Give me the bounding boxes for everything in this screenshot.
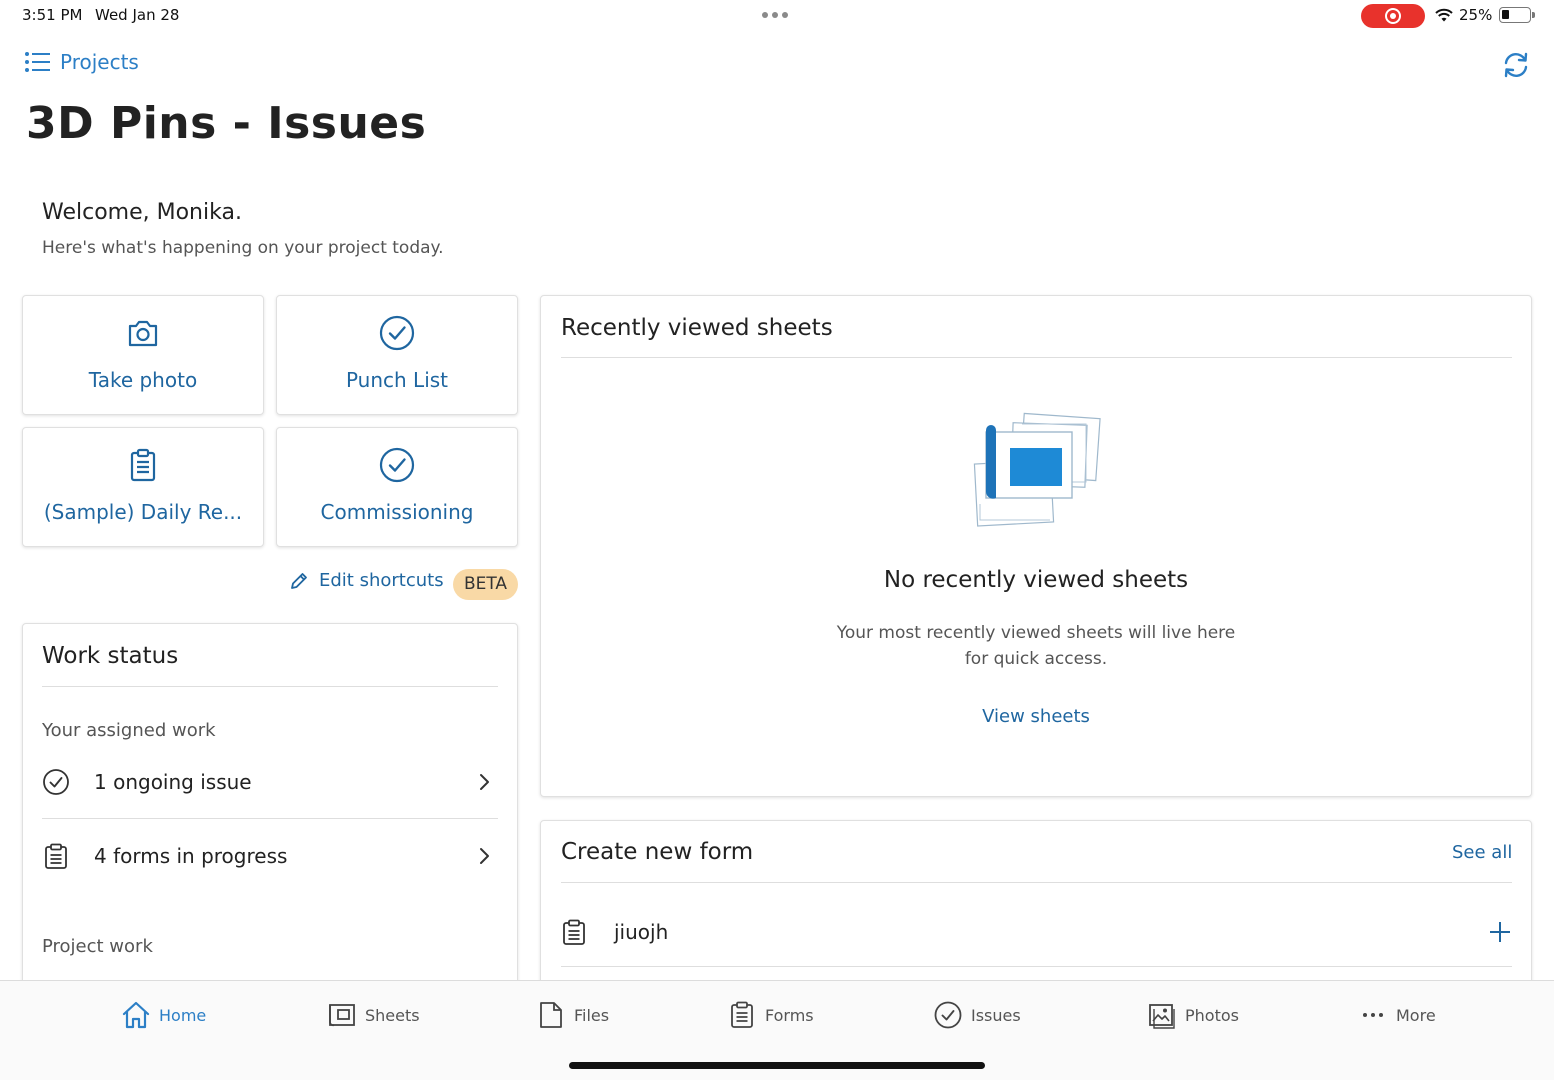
form-template-item[interactable]: jiuojh: [560, 904, 1512, 960]
tab-issues[interactable]: Issues: [933, 999, 1021, 1031]
ongoing-issues-label: 1 ongoing issue: [94, 770, 252, 794]
status-bar: 3:51 PM Wed Jan 28 25%: [0, 0, 1554, 32]
form-template-name: jiuojh: [614, 920, 669, 944]
recent-sheets-title: Recently viewed sheets: [561, 315, 833, 341]
projects-label: Projects: [60, 50, 139, 74]
edit-shortcuts-label: Edit shortcuts: [319, 570, 444, 591]
wifi-icon: [1435, 8, 1453, 22]
tab-label: Photos: [1185, 1005, 1239, 1025]
refresh-icon[interactable]: [1501, 50, 1531, 80]
battery-percent: 25%: [1459, 6, 1493, 24]
battery-icon: [1499, 7, 1535, 23]
view-sheets-link[interactable]: View sheets: [540, 706, 1532, 727]
shortcut-label: Take photo: [88, 368, 198, 392]
shortcut-commissioning[interactable]: Commissioning: [276, 427, 518, 547]
divider: [561, 966, 1512, 967]
chevron-right-icon: [480, 848, 489, 864]
tab-photos[interactable]: Photos: [1147, 999, 1239, 1031]
clipboard-icon: [731, 1001, 753, 1028]
file-icon: [540, 1002, 562, 1028]
divider: [561, 882, 1512, 883]
camera-icon: [128, 320, 158, 347]
tab-forms[interactable]: Forms: [727, 999, 814, 1031]
tab-more[interactable]: More: [1358, 999, 1436, 1031]
check-circle-icon: [379, 315, 415, 351]
tab-sheets[interactable]: Sheets: [327, 999, 420, 1031]
tab-label: Sheets: [365, 1005, 420, 1025]
divider: [42, 686, 498, 687]
add-form-plus-icon[interactable]: [1488, 920, 1512, 944]
forms-in-progress-row[interactable]: 4 forms in progress: [42, 831, 498, 881]
shortcut-take-photo[interactable]: Take photo: [22, 295, 264, 415]
photo-icon: [1149, 1004, 1175, 1029]
more-icon: [1363, 1013, 1383, 1017]
shortcut-label: Punch List: [345, 368, 449, 392]
screen-recording-icon[interactable]: [1361, 4, 1425, 28]
forms-in-progress-label: 4 forms in progress: [94, 844, 288, 868]
pencil-icon: [291, 572, 307, 589]
ongoing-issues-row[interactable]: 1 ongoing issue: [42, 757, 498, 807]
project-work-label: Project work: [42, 936, 153, 957]
shortcut-label: Commissioning: [320, 500, 474, 524]
projects-back-button[interactable]: Projects: [24, 50, 139, 74]
work-status-title: Work status: [42, 643, 179, 669]
list-icon: [25, 52, 50, 72]
multitasking-dots-icon[interactable]: [762, 12, 788, 18]
shortcut-label: (Sample) Daily Re...: [43, 500, 243, 524]
divider: [561, 357, 1512, 358]
clipboard-icon: [563, 919, 585, 945]
status-time: 3:51 PM: [22, 6, 83, 24]
tab-label: Issues: [971, 1005, 1021, 1025]
assigned-work-label: Your assigned work: [42, 720, 216, 741]
home-icon: [122, 1001, 150, 1029]
check-circle-icon: [43, 769, 69, 795]
sheets-icon: [329, 1004, 355, 1027]
tab-label: Forms: [765, 1005, 814, 1025]
clipboard-icon: [45, 843, 67, 869]
tab-label: More: [1396, 1005, 1436, 1025]
clipboard-icon: [130, 448, 156, 482]
page-title: 3D Pins - Issues: [26, 98, 427, 149]
status-date: Wed Jan 28: [95, 6, 180, 24]
tab-files[interactable]: Files: [536, 999, 609, 1031]
tab-label: Home: [159, 1005, 207, 1025]
welcome-subtitle: Here's what's happening on your project …: [42, 238, 444, 258]
edit-shortcuts-button[interactable]: Edit shortcuts: [289, 570, 444, 591]
shortcut-daily-report[interactable]: (Sample) Daily Re...: [22, 427, 264, 547]
tab-label: Files: [574, 1005, 610, 1025]
sheets-illustration: [973, 412, 1101, 527]
shortcut-punch-list[interactable]: Punch List: [276, 295, 518, 415]
home-indicator[interactable]: [569, 1062, 985, 1069]
see-all-link[interactable]: See all: [1452, 842, 1512, 863]
chevron-right-icon: [480, 774, 489, 790]
create-form-title: Create new form: [561, 839, 754, 865]
empty-sheets-title: No recently viewed sheets: [883, 567, 1189, 593]
divider: [42, 818, 498, 819]
check-circle-icon: [934, 1001, 962, 1029]
check-circle-icon: [379, 447, 415, 483]
empty-sheets-subtitle: Your most recently viewed sheets will li…: [836, 623, 1236, 669]
welcome-greeting: Welcome, Monika.: [42, 200, 242, 225]
beta-badge: BETA: [453, 569, 518, 600]
tab-home[interactable]: Home: [121, 999, 206, 1031]
